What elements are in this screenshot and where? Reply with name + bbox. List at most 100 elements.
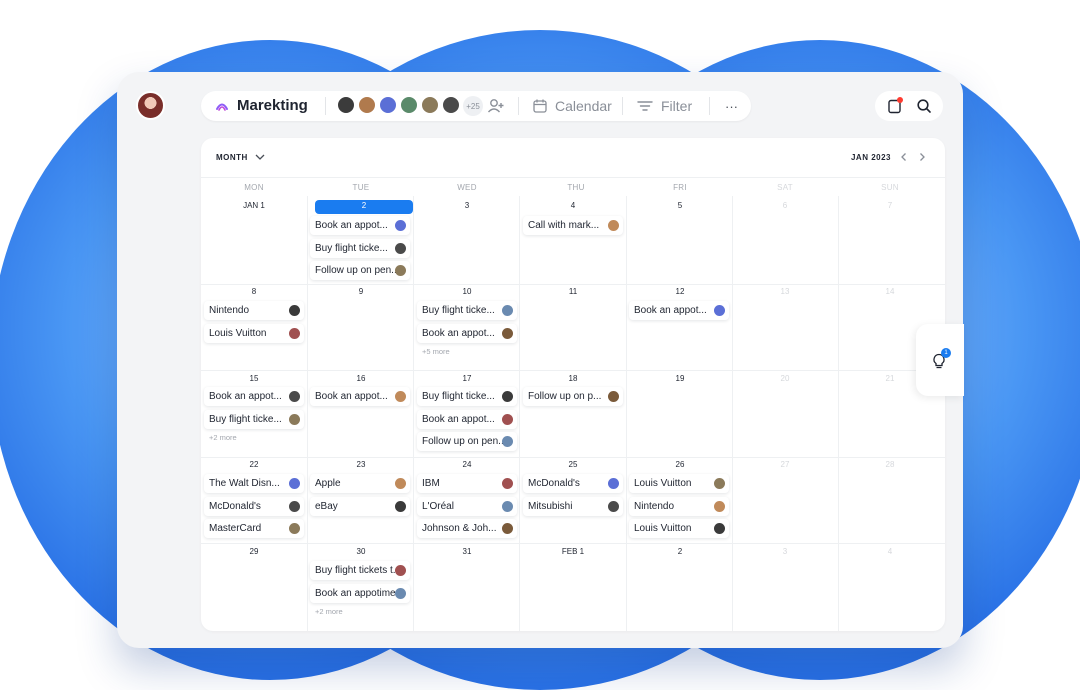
calendar-event[interactable]: L'Oréal — [417, 496, 517, 516]
calendar-view-button[interactable]: Calendar — [533, 97, 612, 115]
calendar-event[interactable]: Book an appot... — [629, 301, 729, 320]
day-number[interactable]: 28 — [840, 459, 940, 473]
calendar-event[interactable]: Book an appot... — [204, 387, 304, 406]
day-number[interactable]: 5 — [630, 200, 730, 214]
calendar-event[interactable]: Nintendo — [629, 496, 729, 516]
chevron-left-icon[interactable] — [899, 152, 909, 162]
member-avatar[interactable] — [379, 96, 397, 114]
day-number[interactable]: 15 — [204, 373, 304, 387]
calendar-event[interactable]: Mitsubishi — [523, 496, 623, 516]
day-number[interactable]: 18 — [523, 373, 623, 387]
calendar-event[interactable]: Book an appot... — [310, 387, 410, 406]
calendar-event[interactable]: Call with mark... — [523, 216, 623, 235]
calendar-event[interactable]: Book an appot... — [310, 216, 410, 235]
day-number[interactable]: 4 — [840, 546, 940, 560]
event-title: Book an appot... — [315, 391, 388, 402]
assignee-avatar — [502, 523, 513, 534]
day-number[interactable]: 12 — [630, 286, 730, 300]
user-avatar[interactable] — [136, 91, 165, 120]
day-number[interactable]: 26 — [630, 459, 730, 473]
chevron-right-icon[interactable] — [917, 152, 927, 162]
day-number[interactable]: 13 — [735, 286, 835, 300]
day-number[interactable]: 4 — [523, 200, 623, 214]
member-avatar[interactable] — [442, 96, 460, 114]
calendar-event[interactable]: IBM — [417, 474, 517, 493]
day-number[interactable]: 24 — [417, 459, 517, 473]
day-number[interactable]: 11 — [523, 286, 623, 300]
calendar-event[interactable]: Apple — [310, 474, 410, 493]
add-user-icon[interactable] — [487, 97, 505, 115]
calendar-event[interactable]: Nintendo — [204, 301, 304, 320]
assignee-avatar — [289, 523, 300, 534]
calendar-event[interactable]: Buy flight ticke... — [417, 301, 517, 320]
grid-line — [519, 196, 520, 631]
grid-line — [838, 196, 839, 631]
more-events-link[interactable]: +2 more — [315, 607, 343, 616]
day-number[interactable]: 2 — [630, 546, 730, 560]
calendar-event[interactable]: Buy flight ticke... — [310, 238, 410, 258]
day-number[interactable]: FEB 1 — [523, 546, 623, 560]
calendar-icon — [533, 99, 547, 113]
chevron-down-icon[interactable] — [254, 152, 266, 162]
calendar-event[interactable]: Louis Vuitton — [629, 519, 729, 538]
assignee-avatar — [289, 305, 300, 316]
day-number[interactable]: 29 — [204, 546, 304, 560]
day-number[interactable]: 27 — [735, 459, 835, 473]
event-title: Call with mark... — [528, 220, 600, 231]
project-title[interactable]: Marekting — [237, 97, 308, 114]
event-title: Buy flight ticke... — [315, 242, 388, 254]
day-number[interactable]: 20 — [735, 373, 835, 387]
day-number[interactable]: 8 — [204, 286, 304, 300]
calendar-event[interactable]: McDonald's — [204, 496, 304, 516]
event-title: McDonald's — [209, 500, 261, 512]
day-number[interactable]: 7 — [840, 200, 940, 214]
calendar-event[interactable]: Buy flight ticke... — [204, 409, 304, 429]
day-number[interactable]: JAN 1 — [204, 200, 304, 214]
search-icon[interactable] — [916, 98, 932, 114]
assignee-avatar — [714, 478, 725, 489]
day-number[interactable]: 3 — [417, 200, 517, 214]
day-number[interactable]: 22 — [204, 459, 304, 473]
assignee-avatar — [395, 587, 406, 599]
members-more-count[interactable]: +25 — [463, 96, 483, 116]
day-number[interactable]: 2 — [315, 200, 413, 214]
calendar-event[interactable]: McDonald's — [523, 474, 623, 493]
calendar-event[interactable]: The Walt Disn... — [204, 474, 304, 493]
day-number[interactable]: 3 — [735, 546, 835, 560]
calendar-event[interactable]: Follow up on pen... — [417, 432, 517, 451]
day-number[interactable]: 9 — [311, 286, 411, 300]
day-number[interactable]: 23 — [311, 459, 411, 473]
member-avatar[interactable] — [400, 96, 418, 114]
calendar-event[interactable]: Book an appotime... — [310, 583, 410, 603]
day-number[interactable]: 17 — [417, 373, 517, 387]
calendar-event[interactable]: Johnson & Joh... — [417, 519, 517, 538]
calendar-event[interactable]: Follow up on pen... — [310, 261, 410, 280]
member-avatar[interactable] — [421, 96, 439, 114]
day-number[interactable]: 14 — [840, 286, 940, 300]
calendar-event[interactable]: Buy flight tickets t... — [310, 561, 410, 580]
member-avatar[interactable] — [337, 96, 355, 114]
view-selector[interactable]: MONTH — [216, 153, 248, 162]
weekday-label: MON — [244, 183, 264, 192]
calendar-event[interactable]: Louis Vuitton — [629, 474, 729, 493]
calendar-event[interactable]: eBay — [310, 496, 410, 516]
more-events-link[interactable]: +5 more — [422, 347, 450, 356]
grid-line — [201, 370, 945, 371]
calendar-event[interactable]: Louis Vuitton — [204, 323, 304, 343]
calendar-event[interactable]: Buy flight ticke... — [417, 387, 517, 406]
filter-button[interactable]: Filter — [637, 97, 692, 115]
day-number[interactable]: 30 — [311, 546, 411, 560]
member-avatar[interactable] — [358, 96, 376, 114]
day-number[interactable]: 25 — [523, 459, 623, 473]
more-events-link[interactable]: +2 more — [209, 433, 237, 442]
day-number[interactable]: 10 — [417, 286, 517, 300]
day-number[interactable]: 19 — [630, 373, 730, 387]
calendar-event[interactable]: MasterCard — [204, 519, 304, 538]
calendar-event[interactable]: Book an appot... — [417, 323, 517, 343]
more-options-button[interactable]: ··· — [725, 97, 738, 115]
calendar-event[interactable]: Follow up on p... — [523, 387, 623, 406]
day-number[interactable]: 31 — [417, 546, 517, 560]
calendar-event[interactable]: Book an appot... — [417, 409, 517, 429]
day-number[interactable]: 16 — [311, 373, 411, 387]
day-number[interactable]: 6 — [735, 200, 835, 214]
